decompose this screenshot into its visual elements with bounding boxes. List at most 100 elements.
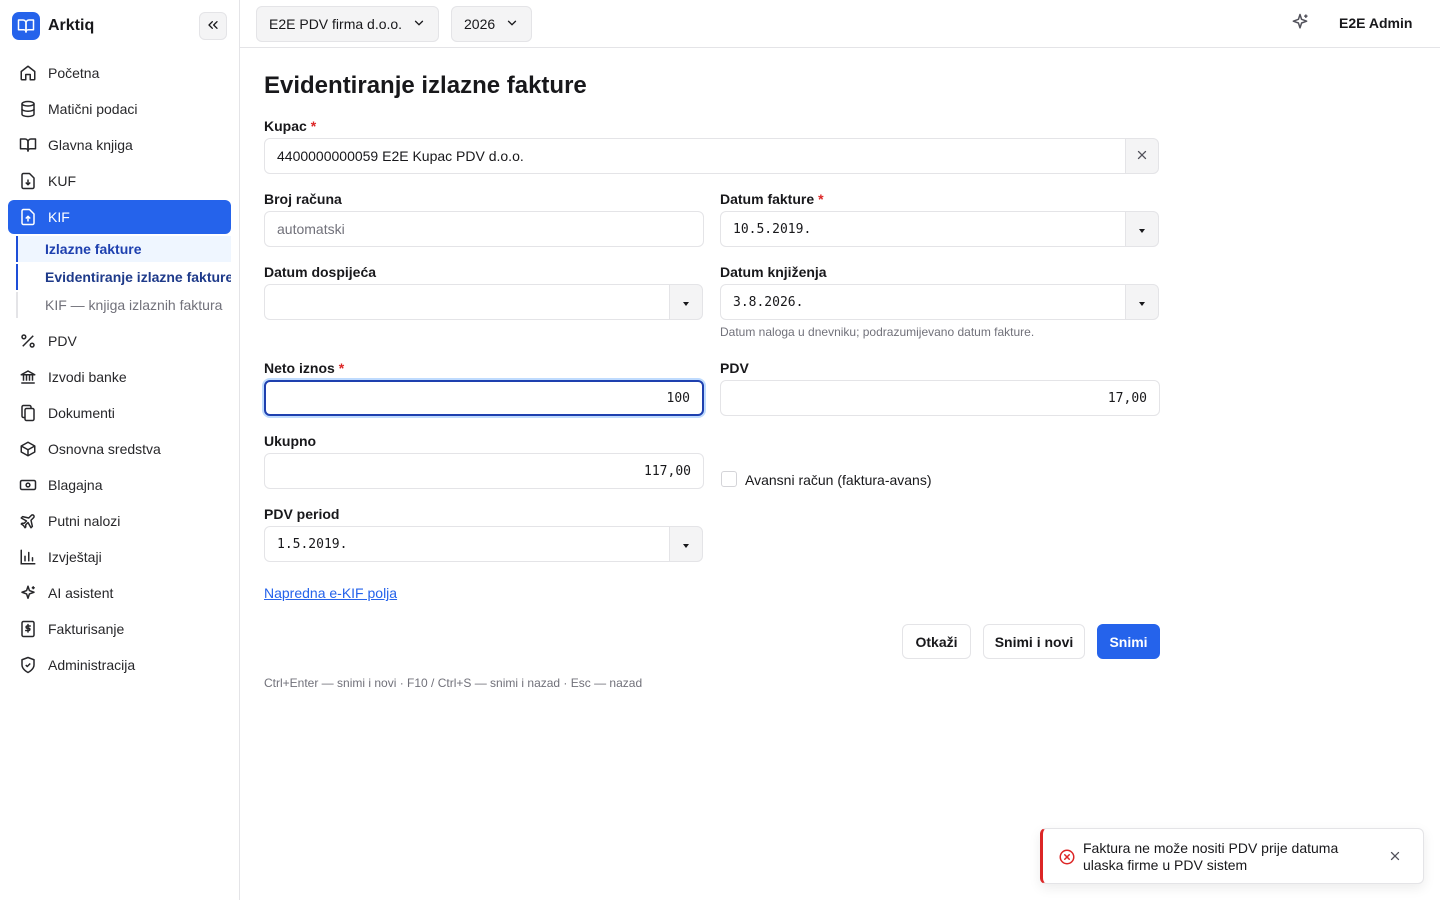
subnav-item-evidentiranje[interactable]: Evidentiranje izlazne fakture bbox=[16, 264, 231, 290]
pdv-period-field[interactable]: 1.5.2019. bbox=[264, 526, 670, 562]
kupac-value: 4400000000059 E2E Kupac PDV d.o.o. bbox=[277, 148, 524, 164]
required-mark: * bbox=[818, 191, 824, 207]
sidebar-item-label: Fakturisanje bbox=[48, 621, 125, 637]
sidebar-item-label: PDV bbox=[48, 333, 77, 349]
save-button[interactable]: Snimi bbox=[1097, 624, 1160, 659]
sidebar-item-label: Putni nalozi bbox=[48, 513, 121, 529]
sidebar-item-maticni-podaci[interactable]: Matični podaci bbox=[8, 92, 231, 126]
subnav-item-izlazne-fakture[interactable]: Izlazne fakture bbox=[16, 236, 231, 262]
keyboard-shortcuts-hint: Ctrl+Enter — snimi i novi · F10 / Ctrl+S… bbox=[264, 676, 643, 690]
datum-fakture-field[interactable]: 10.5.2019. bbox=[720, 211, 1126, 247]
cash-icon bbox=[18, 475, 38, 495]
pdv-period-label: PDV period bbox=[264, 506, 340, 522]
datum-dospijeca-picker-button[interactable] bbox=[669, 284, 703, 320]
pdv-period-picker-button[interactable] bbox=[669, 526, 703, 562]
datum-fakture-value: 10.5.2019. bbox=[733, 221, 812, 237]
ukupno-input[interactable]: 117,00 bbox=[264, 453, 704, 489]
sidebar-item-glavna-knjiga[interactable]: Glavna knjiga bbox=[8, 128, 231, 162]
plane-icon bbox=[18, 511, 38, 531]
advanced-ekif-link[interactable]: Napredna e-KIF polja bbox=[264, 585, 397, 601]
close-icon bbox=[1136, 148, 1148, 164]
chevrons-left-icon bbox=[205, 17, 221, 36]
pdv-period-value: 1.5.2019. bbox=[277, 536, 348, 552]
percent-icon bbox=[18, 331, 38, 351]
file-out-icon bbox=[18, 207, 38, 227]
sidebar-item-izvjestaji[interactable]: Izvještaji bbox=[8, 540, 231, 574]
sidebar-item-administracija[interactable]: Administracija bbox=[8, 648, 231, 682]
cancel-button[interactable]: Otkaži bbox=[902, 624, 971, 659]
avansni-label[interactable]: Avansni račun (faktura-avans) bbox=[745, 472, 932, 488]
sidebar-item-label: Izvodi banke bbox=[48, 369, 127, 385]
sidebar-item-label: Matični podaci bbox=[48, 101, 138, 117]
collapse-sidebar-button[interactable] bbox=[199, 12, 227, 40]
chevron-down-icon bbox=[412, 16, 426, 33]
bank-icon bbox=[18, 367, 38, 387]
datum-knjizenja-field[interactable]: 3.8.2026. bbox=[720, 284, 1126, 320]
caret-down-icon bbox=[1138, 294, 1146, 310]
avansni-checkbox[interactable] bbox=[721, 471, 737, 487]
sidebar-item-label: Osnovna sredstva bbox=[48, 441, 161, 457]
pdv-input[interactable]: 17,00 bbox=[720, 380, 1160, 416]
toast-close-button[interactable] bbox=[1386, 848, 1404, 866]
sidebar-item-label: KIF bbox=[48, 209, 70, 225]
clear-kupac-button[interactable] bbox=[1125, 138, 1159, 174]
documents-icon bbox=[18, 403, 38, 423]
datum-knjizenja-hint: Datum naloga u dnevniku; podrazumijevano… bbox=[720, 325, 1035, 339]
user-menu[interactable]: E2E Admin bbox=[1339, 15, 1412, 31]
broj-racuna-field[interactable]: automatski bbox=[264, 211, 704, 247]
sidebar-item-ai-asistent[interactable]: AI asistent bbox=[8, 576, 231, 610]
kupac-label: Kupac * bbox=[264, 118, 316, 134]
topbar: E2E PDV firma d.o.o. 2026 E2E Admin bbox=[240, 0, 1440, 48]
sidebar: Arktiq Početna Matični podaci Glavna knj… bbox=[0, 0, 240, 900]
sidebar-item-label: Glavna knjiga bbox=[48, 137, 133, 153]
neto-iznos-label-text: Neto iznos bbox=[264, 360, 335, 376]
sidebar-item-dokumenti[interactable]: Dokumenti bbox=[8, 396, 231, 430]
neto-iznos-input[interactable]: 100 bbox=[264, 380, 704, 416]
sidebar-item-kif[interactable]: KIF bbox=[8, 200, 231, 234]
kif-subnav: Izlazne fakture Evidentiranje izlazne fa… bbox=[16, 236, 231, 318]
pdv-label: PDV bbox=[720, 360, 749, 376]
company-select-value: E2E PDV firma d.o.o. bbox=[269, 16, 403, 32]
datum-knjizenja-picker-button[interactable] bbox=[1125, 284, 1159, 320]
datum-knjizenja-value: 3.8.2026. bbox=[733, 294, 804, 310]
sidebar-item-blagajna[interactable]: Blagajna bbox=[8, 468, 231, 502]
box-icon bbox=[18, 439, 38, 459]
pdv-value: 17,00 bbox=[1107, 390, 1147, 406]
sidebar-item-izvodi-banke[interactable]: Izvodi banke bbox=[8, 360, 231, 394]
sidebar-item-pocetna[interactable]: Početna bbox=[8, 56, 231, 90]
datum-dospijeca-field[interactable] bbox=[264, 284, 670, 320]
sidebar-item-putni-nalozi[interactable]: Putni nalozi bbox=[8, 504, 231, 538]
app-name: Arktiq bbox=[48, 17, 95, 34]
error-toast: Faktura ne može nositi PDV prije datuma … bbox=[1040, 828, 1424, 884]
datum-knjizenja-label: Datum knjiženja bbox=[720, 264, 827, 280]
ukupno-value: 117,00 bbox=[644, 463, 691, 479]
datum-dospijeca-label: Datum dospijeća bbox=[264, 264, 377, 280]
database-icon bbox=[18, 99, 38, 119]
sidebar-item-label: Blagajna bbox=[48, 477, 103, 493]
file-in-icon bbox=[18, 171, 38, 191]
sidebar-item-osnovna-sredstva[interactable]: Osnovna sredstva bbox=[8, 432, 231, 466]
ukupno-label: Ukupno bbox=[264, 433, 317, 449]
required-mark: * bbox=[338, 360, 345, 376]
caret-down-icon bbox=[1138, 221, 1146, 237]
datum-fakture-picker-button[interactable] bbox=[1125, 211, 1159, 247]
invoice-dollar-icon bbox=[18, 619, 38, 639]
sidebar-item-fakturisanje[interactable]: Fakturisanje bbox=[8, 612, 231, 646]
chevron-down-icon bbox=[505, 16, 519, 33]
sidebar-item-label: Administracija bbox=[48, 657, 136, 673]
brand[interactable]: Arktiq bbox=[12, 12, 94, 40]
page-title: Evidentiranje izlazne fakture bbox=[264, 72, 587, 99]
caret-down-icon bbox=[682, 294, 690, 310]
year-select[interactable]: 2026 bbox=[451, 6, 533, 42]
company-select[interactable]: E2E PDV firma d.o.o. bbox=[256, 6, 440, 42]
kupac-field[interactable]: 4400000000059 E2E Kupac PDV d.o.o. bbox=[264, 138, 1126, 174]
subnav-item-kif-knjiga[interactable]: KIF — knjiga izlaznih faktura bbox=[16, 292, 231, 318]
sidebar-item-pdv[interactable]: PDV bbox=[8, 324, 231, 358]
sidebar-item-label: AI asistent bbox=[48, 585, 114, 601]
ai-assistant-button[interactable] bbox=[1289, 12, 1311, 34]
shield-icon bbox=[18, 655, 38, 675]
save-and-new-button[interactable]: Snimi i novi bbox=[983, 624, 1085, 659]
toast-message: Faktura ne može nositi PDV prije datuma … bbox=[1083, 840, 1339, 873]
sidebar-item-kuf[interactable]: KUF bbox=[8, 164, 231, 198]
book-open-logo-icon bbox=[12, 12, 40, 40]
